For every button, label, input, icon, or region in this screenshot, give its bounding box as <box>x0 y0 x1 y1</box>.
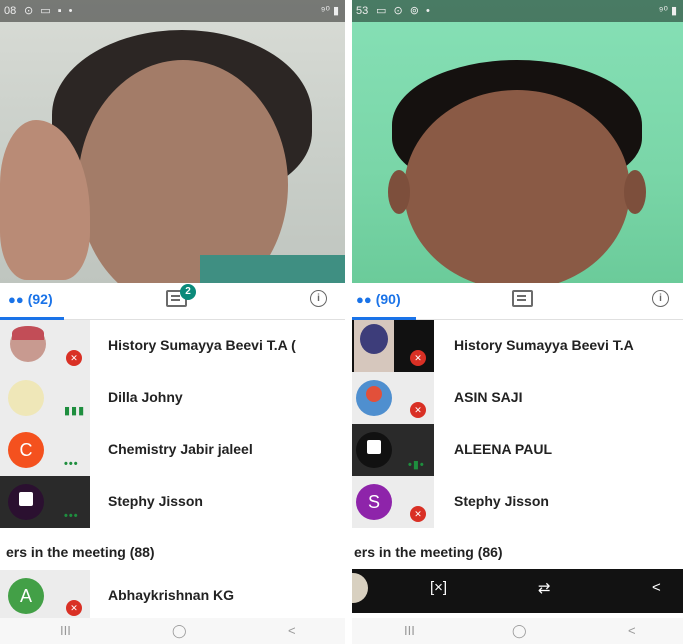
right-meeting-screen: 53 ▭ ⊙ ⊚ • ⁹⁰ ▮ ●● (90) i ✕ History Sumay… <box>352 0 683 644</box>
status-bar: 53 ▭ ⊙ ⊚ • ⁹⁰ ▮ <box>352 0 683 22</box>
mic-off-icon: ✕ <box>66 350 82 366</box>
video-person-ear <box>624 170 646 214</box>
avatar-hijab <box>12 326 44 340</box>
video-person-ear <box>388 170 410 214</box>
avatar: S <box>356 484 392 520</box>
mic-off-icon: ✕ <box>66 600 82 616</box>
network-icon: ⁹⁰ ▮ <box>658 5 677 17</box>
mic-off-icon: ✕ <box>410 350 426 366</box>
speaking-icon: •▮• <box>408 459 425 471</box>
participant-name: ALEENA PAUL <box>454 441 552 457</box>
participant-name: History Sumayya Beevi T.A ( <box>108 337 296 353</box>
more-icon: ••• <box>64 458 79 470</box>
people-count: (90) <box>375 291 401 307</box>
meeting-tabs: ●● (90) i <box>352 283 683 320</box>
switch-camera-icon[interactable]: ⇄ <box>538 579 551 597</box>
recent-apps-button[interactable]: III <box>60 623 71 638</box>
pin-icon <box>19 492 33 506</box>
section-header-others: ers in the meeting (88) <box>6 544 155 560</box>
participant-name: ASIN SAJI <box>454 389 523 405</box>
mic-off-icon: ✕ <box>410 402 426 418</box>
video-person-face <box>404 90 630 283</box>
avatar: A <box>8 578 44 614</box>
status-bar: 08 ⊙ ▭ ▪ • ⁹⁰ ▮ <box>0 0 345 22</box>
status-icons: ⊙ ▭ ▪ • <box>24 5 75 17</box>
status-time: 53 <box>356 5 369 17</box>
panel-divider <box>345 0 352 644</box>
speaking-icon: ▮▮▮ <box>64 405 86 417</box>
fullscreen-icon[interactable]: [×] <box>430 579 447 596</box>
participant-tile: S ✕ <box>352 476 434 528</box>
tab-people[interactable]: ●● (90) <box>356 291 401 307</box>
participant-tile: ▮▮▮ <box>0 372 90 424</box>
android-nav-bar: III ◯ < <box>0 618 345 644</box>
participant-row[interactable]: A ✕ Abhaykrishnan KG <box>0 570 345 622</box>
participant-name: Stephy Jisson <box>108 493 203 509</box>
main-video-feed[interactable]: 53 ▭ ⊙ ⊚ • ⁹⁰ ▮ <box>352 0 683 283</box>
home-button[interactable]: ◯ <box>512 623 527 639</box>
participant-row[interactable]: C ••• Chemistry Jabir jaleel <box>0 424 345 476</box>
avatar-figure <box>366 386 382 402</box>
people-count: (92) <box>27 291 53 307</box>
left-meeting-screen: 08 ⊙ ▭ ▪ • ⁹⁰ ▮ ●● (92) 2 i ✕ History Sum… <box>0 0 345 644</box>
participant-name: History Sumayya Beevi T.A <box>454 337 634 353</box>
back-button[interactable]: < <box>288 623 296 638</box>
participant-row[interactable]: ✕ History Sumayya Beevi T.A ( <box>0 320 345 372</box>
home-button[interactable]: ◯ <box>172 623 187 639</box>
participant-name: Stephy Jisson <box>454 493 549 509</box>
participant-tile: ••• <box>0 476 90 528</box>
android-nav-bar: III ◯ < <box>352 618 683 644</box>
avatar: C <box>8 432 44 468</box>
tab-chat[interactable]: 2 <box>166 284 196 307</box>
participant-row[interactable]: ✕ History Sumayya Beevi T.A <box>352 320 683 372</box>
participant-name: Dilla Johny <box>108 389 183 405</box>
participant-tile: A ✕ <box>0 570 90 622</box>
chat-icon <box>512 290 533 307</box>
share-icon[interactable]: < <box>652 579 661 596</box>
back-button[interactable]: < <box>628 623 636 638</box>
tab-chat[interactable] <box>512 290 533 307</box>
section-header-others: ers in the meeting (86) <box>354 544 503 560</box>
participant-row[interactable]: S ✕ Stephy Jisson <box>352 476 683 528</box>
chat-badge: 2 <box>180 284 196 300</box>
participant-tile: •▮• <box>352 424 434 476</box>
participant-name: Chemistry Jabir jaleel <box>108 441 253 457</box>
participant-row[interactable]: ••• Stephy Jisson <box>0 476 345 528</box>
people-icon: ●● <box>356 292 372 307</box>
people-icon: ●● <box>8 292 24 307</box>
main-video-feed[interactable]: 08 ⊙ ▭ ▪ • ⁹⁰ ▮ <box>0 0 345 283</box>
more-icon: ••• <box>64 510 79 522</box>
avatar-hijab <box>360 324 388 354</box>
participant-row[interactable]: •▮• ALEENA PAUL <box>352 424 683 476</box>
participant-tile: ✕ <box>352 320 434 372</box>
meeting-tabs: ●● (92) 2 i <box>0 283 345 320</box>
status-time: 08 <box>4 5 17 17</box>
video-person-shirt <box>200 255 345 283</box>
screen-share-toolbar: [×] ⇄ < <box>352 569 683 613</box>
participant-row[interactable]: ✕ ASIN SAJI <box>352 372 683 424</box>
participant-tile: ✕ <box>0 320 90 372</box>
status-icons: ▭ ⊙ ⊚ • <box>376 5 432 17</box>
info-icon[interactable]: i <box>652 290 669 307</box>
recent-apps-button[interactable]: III <box>404 623 415 638</box>
participant-row[interactable]: ▮▮▮ Dilla Johny <box>0 372 345 424</box>
network-icon: ⁹⁰ ▮ <box>320 5 339 17</box>
tab-people[interactable]: ●● (92) <box>8 291 53 307</box>
mic-off-icon: ✕ <box>410 506 426 522</box>
participant-name: Abhaykrishnan KG <box>108 587 235 603</box>
info-icon[interactable]: i <box>310 290 327 307</box>
pin-icon <box>367 440 381 454</box>
avatar <box>8 380 44 416</box>
self-view-thumbnail[interactable] <box>352 573 368 603</box>
participant-tile: C ••• <box>0 424 90 476</box>
participant-tile: ✕ <box>352 372 434 424</box>
